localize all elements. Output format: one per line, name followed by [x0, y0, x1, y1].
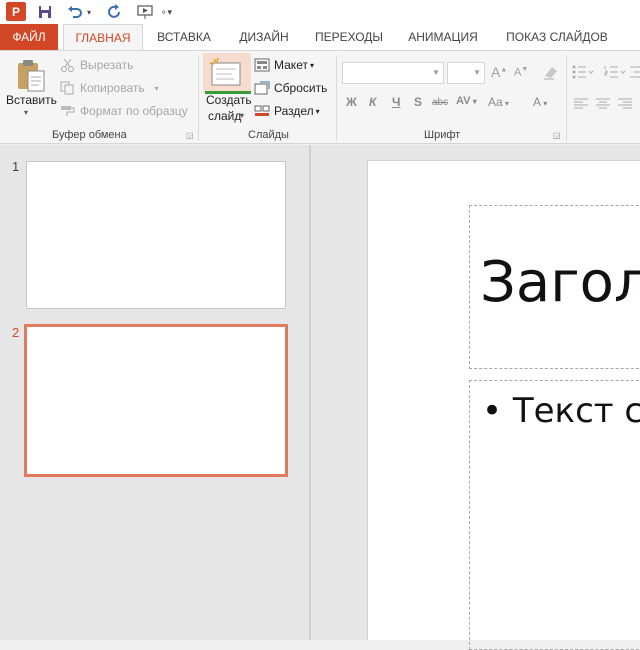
new-slide-button[interactable]: Создать [206, 93, 252, 107]
tab-animations[interactable]: АНИМАЦИЯ [396, 24, 490, 50]
new-slide-label-2[interactable]: слайд [208, 109, 241, 123]
section-button[interactable]: Раздел ▾ [254, 101, 320, 121]
layout-dropdown-icon[interactable]: ▾ [310, 61, 314, 70]
group-divider [336, 55, 337, 141]
section-dropdown-icon[interactable]: ▾ [316, 107, 320, 116]
new-slide-dropdown-icon[interactable]: ▾ [240, 111, 244, 120]
paste-dropdown-icon[interactable]: ▾ [24, 108, 28, 117]
brush-icon [60, 104, 76, 118]
font-size-combo[interactable]: ▼ [447, 62, 485, 84]
clear-format-icon[interactable] [542, 64, 560, 85]
clipboard-group-label: Буфер обмена [52, 129, 127, 141]
undo-icon[interactable] [66, 3, 84, 21]
section-label: Раздел [274, 104, 314, 118]
copy-label: Копировать [80, 81, 145, 95]
cut-label: Вырезать [80, 58, 134, 72]
tab-home[interactable]: ГЛАВНАЯ [63, 24, 143, 51]
shrink-font-button[interactable]: A▼ [514, 66, 528, 79]
ribbon-tabs: ФАЙЛ ГЛАВНАЯ ВСТАВКА ДИЗАЙН ПЕРЕХОДЫ АНИ… [0, 24, 640, 51]
quick-access-toolbar: P ▾ ⚬▾ [0, 0, 640, 24]
slide-text-clip: Заголовок слайда • Текст слайда [470, 205, 640, 640]
tab-insert[interactable]: ВСТАВКА [146, 24, 222, 50]
format-painter-label: Формат по образцу [80, 104, 188, 118]
layout-label: Макет [274, 58, 308, 72]
redo-icon[interactable] [106, 3, 124, 21]
layout-icon [254, 58, 270, 72]
copy-icon [60, 81, 76, 95]
start-slideshow-icon[interactable] [136, 3, 154, 21]
align-right-icon[interactable] [618, 97, 632, 115]
bold-button[interactable]: Ж [346, 95, 357, 109]
slide-number: 2 [12, 325, 20, 340]
chevron-down-icon: ▼ [473, 68, 481, 77]
strikethrough-button[interactable]: abc [432, 97, 448, 108]
slide-title[interactable]: Заголовок слайда [480, 250, 640, 315]
copy-button[interactable]: Копировать ▾ [60, 78, 159, 98]
change-case-button[interactable]: Aa ▾ [488, 95, 509, 109]
copy-dropdown-icon[interactable]: ▾ [155, 84, 159, 93]
font-launcher-icon[interactable]: ◲ [553, 131, 561, 140]
reset-button[interactable]: Сбросить [254, 78, 327, 98]
underline-button[interactable]: Ч [392, 95, 400, 109]
layout-button[interactable]: Макет ▾ [254, 55, 314, 75]
font-color-button[interactable]: A ▾ [533, 95, 547, 109]
grow-font-button[interactable]: A▲ [491, 64, 507, 80]
customize-qat-icon[interactable]: ⚬▾ [160, 3, 172, 21]
scissors-icon [60, 58, 76, 72]
powerpoint-logo-icon[interactable]: P [6, 2, 26, 21]
numbering-icon[interactable] [604, 65, 626, 84]
save-icon[interactable] [36, 3, 54, 21]
font-group-label: Шрифт [424, 129, 461, 141]
char-spacing-button[interactable]: AV ▾ [456, 95, 477, 107]
cut-button[interactable]: Вырезать [60, 55, 133, 75]
group-divider [566, 55, 567, 141]
reset-icon [254, 81, 270, 95]
tab-file[interactable]: ФАЙЛ [0, 24, 58, 50]
italic-button[interactable]: К [369, 95, 376, 109]
slide-body-bullet[interactable]: • Текст слайда [482, 391, 640, 431]
undo-dropdown-icon[interactable]: ▾ [84, 3, 94, 21]
indent-icon[interactable] [630, 65, 640, 84]
tab-slideshow[interactable]: ПОКАЗ СЛАЙДОВ [494, 24, 620, 50]
tab-design[interactable]: ДИЗАЙН [226, 24, 302, 50]
format-painter-button[interactable]: Формат по образцу [60, 101, 188, 121]
slide-number: 1 [12, 159, 20, 174]
slide-thumbnail-2[interactable] [24, 324, 288, 477]
font-family-combo[interactable]: ▼ [342, 62, 444, 84]
reset-label: Сбросить [274, 81, 328, 95]
tab-transitions[interactable]: ПЕРЕХОДЫ [305, 24, 393, 50]
bullets-icon[interactable] [572, 65, 594, 84]
slide-thumbnail-1[interactable] [26, 161, 286, 309]
section-icon [254, 104, 270, 118]
new-slide-icon[interactable] [208, 57, 244, 94]
slides-group-label: Слайды [248, 129, 289, 141]
align-left-icon[interactable] [574, 97, 588, 115]
chevron-down-icon: ▼ [432, 68, 440, 77]
group-divider [198, 55, 199, 141]
slide-body: Текст слайда [512, 391, 640, 431]
align-center-icon[interactable] [596, 97, 610, 115]
paste-button[interactable]: Вставить [6, 93, 57, 107]
clipboard-launcher-icon[interactable]: ◲ [186, 131, 194, 140]
ribbon: Вставить ▾ Вырезать Копировать ▾ Формат … [0, 50, 640, 144]
shadow-button[interactable]: S [414, 95, 422, 109]
paste-icon[interactable] [12, 57, 48, 98]
